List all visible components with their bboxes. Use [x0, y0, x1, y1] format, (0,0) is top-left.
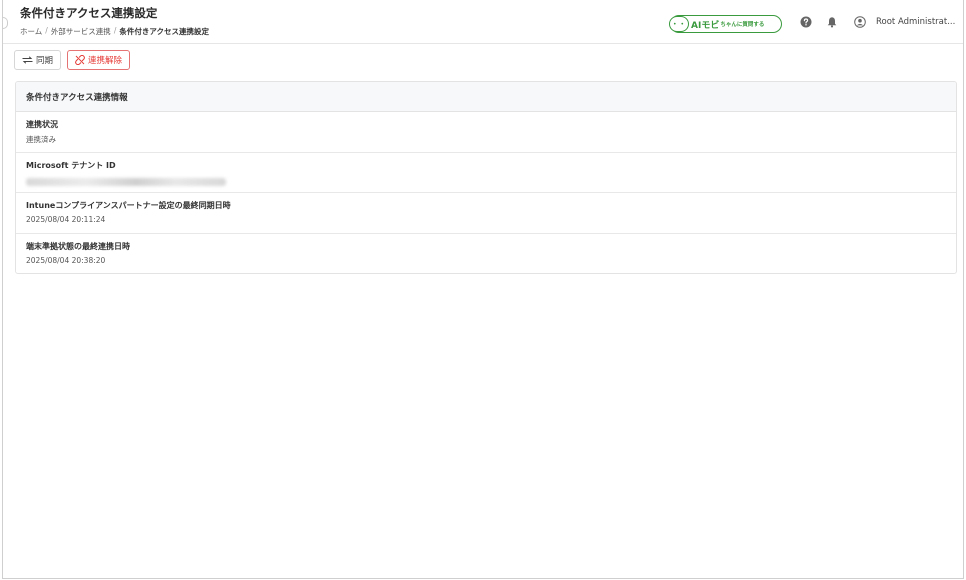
integration-info-card: 条件付きアクセス連携情報 連携状況 連携済み Microsoft テナント ID… [15, 81, 957, 274]
help-icon[interactable] [800, 16, 812, 28]
info-row-status: 連携状況 連携済み [16, 112, 956, 153]
row-value: 2025/08/04 20:38:20 [26, 255, 106, 265]
unlink-button[interactable]: 連携解除 [67, 50, 131, 70]
ai-mascot-icon: • • [669, 16, 689, 32]
user-name[interactable]: Root Administrat... [876, 17, 955, 27]
card-title: 条件付きアクセス連携情報 [16, 82, 956, 112]
info-row-tenant-id: Microsoft テナント ID [16, 153, 956, 193]
ai-assistant-button[interactable]: • • AIモビ ちゃんに質問する [669, 15, 782, 33]
breadcrumb-separator: / [45, 26, 48, 35]
page-header: 条件付きアクセス連携設定 ホーム / 外部サービス連携 / 条件付きアクセス連携… [3, 0, 963, 44]
row-value: 連携済み [26, 135, 56, 144]
breadcrumb-current: 条件付きアクセス連携設定 [119, 27, 209, 36]
ai-button-sublabel: ちゃんに質問する [720, 22, 765, 28]
user-icon[interactable] [854, 16, 866, 28]
info-row-intune-sync: Intuneコンプライアンスパートナー設定の最終同期日時 2025/08/04 … [16, 193, 956, 234]
sync-button[interactable]: 同期 [14, 50, 62, 70]
breadcrumb: ホーム / 外部サービス連携 / 条件付きアクセス連携設定 [20, 26, 209, 37]
bell-icon[interactable] [826, 16, 838, 28]
info-row-compliance-sync: 端末準拠状態の最終連携日時 2025/08/04 20:38:20 [16, 234, 956, 274]
app-frame: 条件付きアクセス連携設定 ホーム / 外部サービス連携 / 条件付きアクセス連携… [2, 0, 964, 579]
sync-button-label: 同期 [36, 56, 54, 66]
breadcrumb-external-services[interactable]: 外部サービス連携 [51, 26, 111, 37]
row-label: Microsoft テナント ID [26, 160, 116, 170]
row-label: 端末準拠状態の最終連携日時 [26, 241, 130, 251]
row-value: 2025/08/04 20:11:24 [26, 215, 106, 224]
breadcrumb-separator: / [113, 26, 117, 35]
row-label: Intuneコンプライアンスパートナー設定の最終同期日時 [26, 201, 231, 210]
redacted-tenant-id [26, 177, 226, 186]
unlink-icon [75, 55, 85, 65]
sync-icon [22, 56, 33, 64]
unlink-button-label: 連携解除 [88, 56, 123, 66]
page-title: 条件付きアクセス連携設定 [20, 6, 158, 20]
breadcrumb-home[interactable]: ホーム [20, 26, 42, 37]
row-label: 連携状況 [26, 120, 58, 129]
toolbar: 同期 連携解除 [14, 50, 131, 70]
ai-button-label: AIモビ [691, 20, 720, 31]
